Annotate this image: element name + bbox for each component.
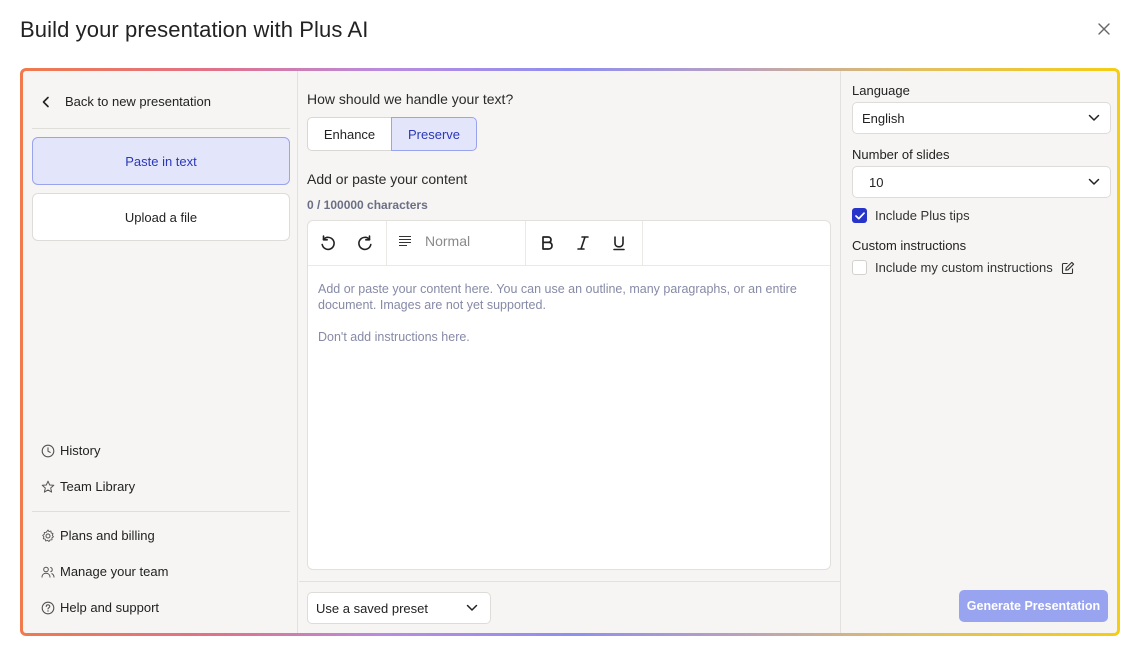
chevron-down-icon [1088, 114, 1100, 121]
content-editor[interactable]: Normal Add or paste your content here. Y… [307, 220, 831, 570]
settings-panel: Language English Number of slides 10 Inc… [840, 71, 1117, 633]
text-handling-question: How should we handle your text? [307, 91, 514, 107]
sidebar-item-manage-team[interactable]: Manage your team [41, 564, 168, 579]
help-circle-icon [41, 601, 55, 614]
check-icon [854, 211, 865, 219]
underline-icon[interactable] [607, 231, 631, 255]
content-panel: How should we handle your text? Enhance … [299, 71, 840, 633]
paste-in-text-button[interactable]: Paste in text [32, 137, 290, 185]
history-label: History [60, 443, 101, 458]
slides-count-label: Number of slides [852, 147, 950, 162]
manage-team-label: Manage your team [60, 564, 169, 579]
divider [32, 128, 290, 129]
redo-icon[interactable] [353, 231, 377, 255]
include-plus-tips-label: Include Plus tips [875, 208, 970, 223]
team-library-label: Team Library [60, 479, 136, 494]
chevron-down-icon [466, 604, 478, 611]
star-icon [41, 480, 55, 493]
custom-instructions-label: Custom instructions [852, 238, 967, 253]
bold-icon[interactable] [535, 231, 559, 255]
undo-icon[interactable] [316, 231, 340, 255]
divider [32, 511, 290, 512]
sidebar-item-help-support[interactable]: Help and support [41, 600, 159, 615]
paragraph-style-select[interactable]: Normal [398, 233, 470, 249]
text-mode-toggle: Enhance Preserve [307, 117, 477, 151]
language-label: Language [852, 83, 910, 98]
chevron-left-icon [42, 96, 49, 107]
editor-placeholder-line: Add or paste your content here. You can … [318, 282, 797, 312]
sidebar: Back to new presentation Paste in text U… [23, 71, 298, 633]
dialog-title: Build your presentation with Plus AI [20, 17, 369, 42]
sidebar-item-plans-billing[interactable]: Plans and billing [41, 528, 155, 543]
back-to-new-presentation-link[interactable]: Back to new presentation [41, 94, 211, 109]
character-count: 0 / 100000 characters [307, 198, 428, 212]
align-left-icon [399, 235, 411, 247]
enhance-button[interactable]: Enhance [307, 117, 392, 151]
content-label: Add or paste your content [307, 171, 468, 187]
preserve-button[interactable]: Preserve [391, 117, 477, 151]
saved-preset-label: Use a saved preset [316, 600, 429, 616]
close-icon[interactable] [1094, 19, 1114, 39]
toolbar-divider [386, 221, 387, 266]
language-select[interactable]: English [852, 102, 1111, 134]
generate-presentation-button[interactable]: Generate Presentation [959, 590, 1108, 622]
slides-count-select[interactable]: 10 [852, 166, 1111, 198]
language-value: English [862, 110, 905, 126]
toolbar-divider [642, 221, 643, 266]
editor-placeholder-line: Don't add instructions here. [318, 330, 470, 344]
slides-count-value: 10 [869, 174, 884, 190]
help-support-label: Help and support [60, 600, 160, 615]
plans-billing-label: Plans and billing [60, 528, 155, 543]
paragraph-style-label: Normal [425, 233, 471, 249]
custom-instructions-checkbox-label: Include my custom instructions [875, 260, 1053, 275]
builder-frame: Back to new presentation Paste in text U… [20, 68, 1120, 636]
sidebar-item-team-library[interactable]: Team Library [41, 479, 135, 494]
include-plus-tips-checkbox[interactable] [852, 208, 867, 223]
italic-icon[interactable] [571, 231, 595, 255]
include-plus-tips-row[interactable]: Include Plus tips [852, 208, 970, 223]
saved-preset-select[interactable]: Use a saved preset [307, 592, 491, 624]
upload-file-button[interactable]: Upload a file [32, 193, 290, 241]
toolbar-divider [525, 221, 526, 266]
edit-icon[interactable] [1061, 261, 1075, 275]
sidebar-item-history[interactable]: History [41, 443, 100, 458]
custom-instructions-row[interactable]: Include my custom instructions [852, 260, 1075, 275]
editor-toolbar: Normal [308, 221, 830, 266]
chevron-down-icon [1088, 178, 1100, 185]
custom-instructions-checkbox[interactable] [852, 260, 867, 275]
users-icon [41, 566, 55, 578]
gear-icon [42, 529, 54, 542]
back-label: Back to new presentation [65, 94, 211, 109]
footer-bar: Use a saved preset [299, 581, 840, 633]
clock-icon [41, 444, 55, 457]
editor-placeholder: Add or paste your content here. You can … [318, 281, 818, 345]
